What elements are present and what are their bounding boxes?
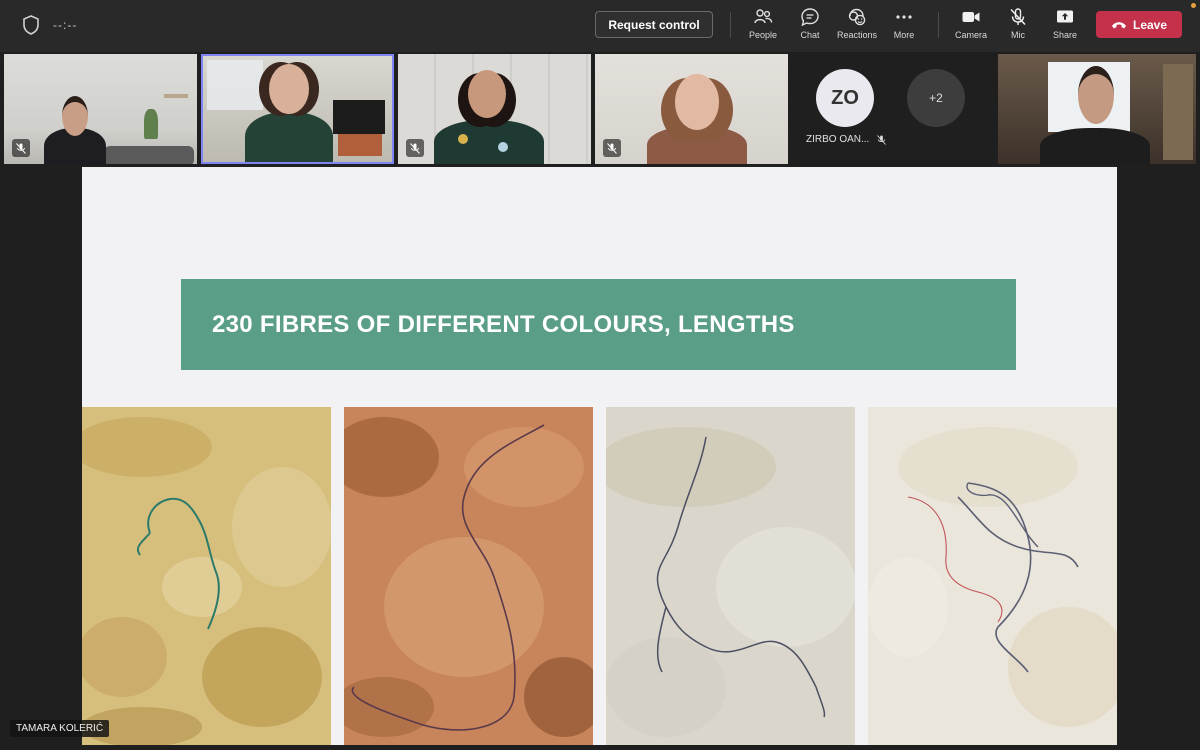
- participant-head: [468, 70, 506, 118]
- camera-icon: [962, 12, 980, 22]
- muted-indicator: [603, 139, 621, 157]
- tv-stand: [338, 134, 382, 156]
- participant-head: [1078, 66, 1114, 124]
- share-button[interactable]: Share: [1040, 7, 1090, 47]
- mic-off-icon: [877, 134, 887, 145]
- active-speaker-video-tile[interactable]: [201, 54, 394, 164]
- plant: [144, 109, 158, 139]
- sofa: [104, 146, 194, 164]
- tv: [333, 100, 385, 134]
- more-label: More: [893, 30, 915, 40]
- participant-avatar[interactable]: ZO: [816, 69, 874, 127]
- door: [1163, 64, 1193, 160]
- meeting-toolbar: --:-- Request control People Chat Reacti…: [0, 0, 1200, 52]
- camera-label: Camera: [954, 30, 987, 40]
- leave-label: Leave: [1132, 17, 1168, 32]
- participant-head: [62, 96, 88, 136]
- participant-video-tile[interactable]: [595, 54, 788, 164]
- shield-icon: [23, 15, 39, 35]
- mic-off-icon: [1010, 8, 1026, 26]
- camera-button[interactable]: Camera: [946, 7, 996, 47]
- microscope-image: [606, 407, 855, 745]
- participant-head: [269, 64, 309, 114]
- mic-off-icon: [410, 142, 420, 154]
- dress-pattern: [458, 134, 468, 144]
- mic-button[interactable]: Mic: [993, 7, 1043, 47]
- more-icon: [896, 15, 912, 19]
- window-light: [207, 60, 263, 110]
- participant-figure: [1040, 128, 1150, 164]
- meeting-timer: --:--: [53, 18, 78, 32]
- request-control-button[interactable]: Request control: [595, 11, 713, 38]
- leave-button[interactable]: Leave: [1096, 11, 1182, 38]
- participant-figure: [245, 112, 333, 162]
- hang-up-icon: [1111, 21, 1126, 28]
- chat-icon: [801, 8, 819, 27]
- people-label: People: [748, 30, 778, 40]
- microscope-image: [868, 407, 1117, 745]
- reactions-icon: [848, 8, 866, 26]
- more-participants-button[interactable]: +2: [907, 69, 965, 127]
- share-icon: [1057, 10, 1073, 23]
- muted-indicator: [406, 139, 424, 157]
- shelf: [164, 94, 188, 98]
- participant-name-label: ZIRBO OAN...: [806, 134, 870, 145]
- slide-title-banner: 230 FIBRES OF DIFFERENT COLOURS, LENGTHS: [181, 279, 1016, 370]
- participant-strip: [0, 52, 1200, 166]
- participant-figure: [647, 126, 747, 164]
- people-button[interactable]: People: [738, 7, 788, 47]
- mic-off-icon: [607, 142, 617, 154]
- shared-screen: 230 FIBRES OF DIFFERENT COLOURS, LENGTHS: [82, 167, 1117, 745]
- participant-video-tile[interactable]: [4, 54, 197, 164]
- microscope-image: [344, 407, 593, 745]
- participant-figure: [434, 120, 544, 164]
- dress-pattern: [498, 142, 508, 152]
- notification-dot: [1191, 3, 1196, 8]
- participant-head: [675, 74, 719, 130]
- chat-label: Chat: [800, 30, 820, 40]
- mic-off-icon: [16, 142, 26, 154]
- people-icon: [754, 9, 773, 24]
- reactions-label: Reactions: [836, 30, 878, 40]
- mic-label: Mic: [1011, 30, 1025, 40]
- toolbar-divider: [938, 12, 939, 38]
- muted-indicator: [12, 139, 30, 157]
- chat-button[interactable]: Chat: [785, 7, 835, 47]
- microscope-image: [82, 407, 331, 745]
- presenter-name-tag: TAMARA KOLERIĆ: [10, 720, 110, 737]
- share-label: Share: [1052, 30, 1078, 40]
- more-button[interactable]: More: [879, 7, 929, 47]
- toolbar-divider: [730, 12, 731, 38]
- participant-name: ZIRBO OAN...: [806, 134, 887, 145]
- slide-title: 230 FIBRES OF DIFFERENT COLOURS, LENGTHS: [212, 310, 795, 338]
- participant-video-tile[interactable]: [998, 54, 1196, 164]
- reactions-button[interactable]: Reactions: [832, 7, 882, 47]
- participant-video-tile[interactable]: [398, 54, 591, 164]
